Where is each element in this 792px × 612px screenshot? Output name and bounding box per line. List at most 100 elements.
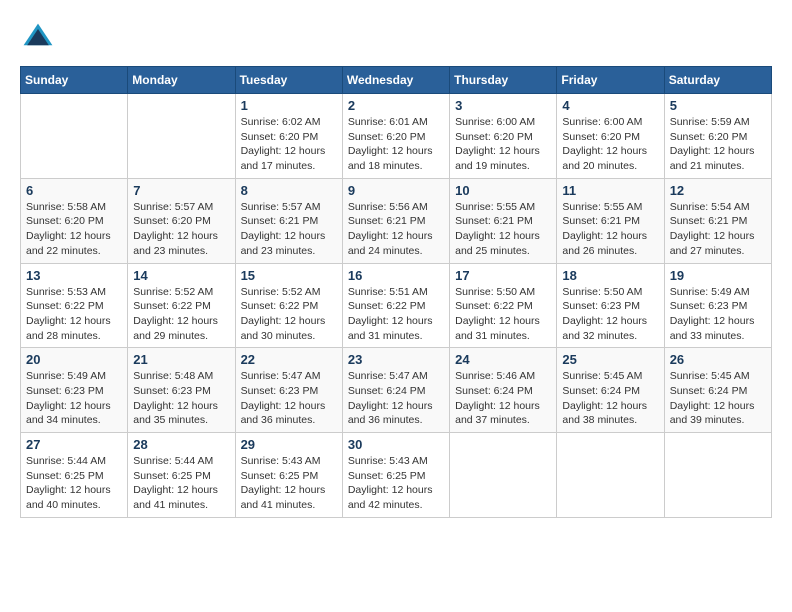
day-info: Sunrise: 5:50 AMSunset: 6:23 PMDaylight:… — [562, 285, 658, 344]
calendar-row: 20 Sunrise: 5:49 AMSunset: 6:23 PMDayligh… — [21, 348, 772, 433]
calendar-cell: 26 Sunrise: 5:45 AMSunset: 6:24 PMDayligh… — [664, 348, 771, 433]
day-info: Sunrise: 6:00 AMSunset: 6:20 PMDaylight:… — [562, 115, 658, 174]
calendar-cell — [664, 433, 771, 518]
day-info: Sunrise: 5:52 AMSunset: 6:22 PMDaylight:… — [133, 285, 229, 344]
calendar-cell — [450, 433, 557, 518]
logo — [20, 20, 62, 56]
day-number: 10 — [455, 183, 551, 198]
day-number: 5 — [670, 98, 766, 113]
calendar-cell: 12 Sunrise: 5:54 AMSunset: 6:21 PMDayligh… — [664, 178, 771, 263]
header-cell: Friday — [557, 67, 664, 94]
day-info: Sunrise: 5:54 AMSunset: 6:21 PMDaylight:… — [670, 200, 766, 259]
calendar-cell: 19Sunrise: 5:49 AMSunset: 6:23 PMDayligh… — [664, 263, 771, 348]
calendar-row: 13 Sunrise: 5:53 AMSunset: 6:22 PMDayligh… — [21, 263, 772, 348]
day-info: Sunrise: 5:53 AMSunset: 6:22 PMDaylight:… — [26, 285, 122, 344]
day-number: 23 — [348, 352, 444, 367]
day-info: Sunrise: 6:00 AMSunset: 6:20 PMDaylight:… — [455, 115, 551, 174]
calendar-cell: 1 Sunrise: 6:02 AMSunset: 6:20 PMDaylight… — [235, 94, 342, 179]
calendar-cell: 7 Sunrise: 5:57 AMSunset: 6:20 PMDaylight… — [128, 178, 235, 263]
calendar-cell: 29 Sunrise: 5:43 AMSunset: 6:25 PMDayligh… — [235, 433, 342, 518]
header-cell: Saturday — [664, 67, 771, 94]
calendar-cell: 25 Sunrise: 5:45 AMSunset: 6:24 PMDayligh… — [557, 348, 664, 433]
day-info: Sunrise: 5:46 AMSunset: 6:24 PMDaylight:… — [455, 369, 551, 428]
calendar-cell: 8 Sunrise: 5:57 AMSunset: 6:21 PMDaylight… — [235, 178, 342, 263]
day-info: Sunrise: 5:52 AMSunset: 6:22 PMDaylight:… — [241, 285, 337, 344]
day-number: 30 — [348, 437, 444, 452]
day-number: 7 — [133, 183, 229, 198]
calendar-cell: 16 Sunrise: 5:51 AMSunset: 6:22 PMDayligh… — [342, 263, 449, 348]
day-info: Sunrise: 5:56 AMSunset: 6:21 PMDaylight:… — [348, 200, 444, 259]
day-number: 29 — [241, 437, 337, 452]
calendar-cell: 5 Sunrise: 5:59 AMSunset: 6:20 PMDaylight… — [664, 94, 771, 179]
day-info: Sunrise: 5:45 AMSunset: 6:24 PMDaylight:… — [670, 369, 766, 428]
day-info: Sunrise: 5:44 AMSunset: 6:25 PMDaylight:… — [133, 454, 229, 513]
day-number: 11 — [562, 183, 658, 198]
calendar-header: SundayMondayTuesdayWednesdayThursdayFrid… — [21, 67, 772, 94]
calendar-cell: 20 Sunrise: 5:49 AMSunset: 6:23 PMDayligh… — [21, 348, 128, 433]
day-number: 3 — [455, 98, 551, 113]
calendar-cell: 13 Sunrise: 5:53 AMSunset: 6:22 PMDayligh… — [21, 263, 128, 348]
day-number: 20 — [26, 352, 122, 367]
calendar-cell: 27Sunrise: 5:44 AMSunset: 6:25 PMDayligh… — [21, 433, 128, 518]
day-info: Sunrise: 5:43 AMSunset: 6:25 PMDaylight:… — [348, 454, 444, 513]
day-number: 28 — [133, 437, 229, 452]
day-info: Sunrise: 5:55 AMSunset: 6:21 PMDaylight:… — [562, 200, 658, 259]
header-cell: Sunday — [21, 67, 128, 94]
day-info: Sunrise: 6:01 AMSunset: 6:20 PMDaylight:… — [348, 115, 444, 174]
day-number: 26 — [670, 352, 766, 367]
day-number: 9 — [348, 183, 444, 198]
calendar-cell: 11 Sunrise: 5:55 AMSunset: 6:21 PMDayligh… — [557, 178, 664, 263]
day-info: Sunrise: 5:57 AMSunset: 6:21 PMDaylight:… — [241, 200, 337, 259]
calendar-cell: 10 Sunrise: 5:55 AMSunset: 6:21 PMDayligh… — [450, 178, 557, 263]
calendar-cell: 2 Sunrise: 6:01 AMSunset: 6:20 PMDaylight… — [342, 94, 449, 179]
day-info: Sunrise: 5:51 AMSunset: 6:22 PMDaylight:… — [348, 285, 444, 344]
header-cell: Monday — [128, 67, 235, 94]
day-number: 22 — [241, 352, 337, 367]
day-info: Sunrise: 5:49 AMSunset: 6:23 PMDaylight:… — [26, 369, 122, 428]
day-number: 13 — [26, 268, 122, 283]
calendar-body: 1 Sunrise: 6:02 AMSunset: 6:20 PMDaylight… — [21, 94, 772, 518]
calendar-cell: 22Sunrise: 5:47 AMSunset: 6:23 PMDayligh… — [235, 348, 342, 433]
calendar-cell: 17 Sunrise: 5:50 AMSunset: 6:22 PMDayligh… — [450, 263, 557, 348]
calendar-table: SundayMondayTuesdayWednesdayThursdayFrid… — [20, 66, 772, 518]
day-number: 17 — [455, 268, 551, 283]
day-info: Sunrise: 6:02 AMSunset: 6:20 PMDaylight:… — [241, 115, 337, 174]
day-number: 4 — [562, 98, 658, 113]
day-info: Sunrise: 5:58 AMSunset: 6:20 PMDaylight:… — [26, 200, 122, 259]
day-info: Sunrise: 5:57 AMSunset: 6:20 PMDaylight:… — [133, 200, 229, 259]
day-number: 15 — [241, 268, 337, 283]
calendar-cell: 18 Sunrise: 5:50 AMSunset: 6:23 PMDayligh… — [557, 263, 664, 348]
day-info: Sunrise: 5:43 AMSunset: 6:25 PMDaylight:… — [241, 454, 337, 513]
day-info: Sunrise: 5:55 AMSunset: 6:21 PMDaylight:… — [455, 200, 551, 259]
calendar-cell — [128, 94, 235, 179]
day-number: 2 — [348, 98, 444, 113]
calendar-cell: 4 Sunrise: 6:00 AMSunset: 6:20 PMDaylight… — [557, 94, 664, 179]
header-cell: Wednesday — [342, 67, 449, 94]
day-number: 27 — [26, 437, 122, 452]
day-number: 18 — [562, 268, 658, 283]
day-info: Sunrise: 5:50 AMSunset: 6:22 PMDaylight:… — [455, 285, 551, 344]
calendar-cell: 14 Sunrise: 5:52 AMSunset: 6:22 PMDayligh… — [128, 263, 235, 348]
day-info: Sunrise: 5:59 AMSunset: 6:20 PMDaylight:… — [670, 115, 766, 174]
day-number: 1 — [241, 98, 337, 113]
calendar-cell: 30 Sunrise: 5:43 AMSunset: 6:25 PMDayligh… — [342, 433, 449, 518]
calendar-cell — [21, 94, 128, 179]
day-info: Sunrise: 5:45 AMSunset: 6:24 PMDaylight:… — [562, 369, 658, 428]
logo-icon — [20, 20, 56, 56]
calendar-cell: 28 Sunrise: 5:44 AMSunset: 6:25 PMDayligh… — [128, 433, 235, 518]
day-number: 25 — [562, 352, 658, 367]
page-header — [20, 20, 772, 56]
calendar-row: 1 Sunrise: 6:02 AMSunset: 6:20 PMDaylight… — [21, 94, 772, 179]
day-info: Sunrise: 5:48 AMSunset: 6:23 PMDaylight:… — [133, 369, 229, 428]
calendar-cell: 23Sunrise: 5:47 AMSunset: 6:24 PMDayligh… — [342, 348, 449, 433]
day-number: 21 — [133, 352, 229, 367]
day-number: 8 — [241, 183, 337, 198]
calendar-cell: 21 Sunrise: 5:48 AMSunset: 6:23 PMDayligh… — [128, 348, 235, 433]
header-row: SundayMondayTuesdayWednesdayThursdayFrid… — [21, 67, 772, 94]
day-number: 12 — [670, 183, 766, 198]
day-number: 14 — [133, 268, 229, 283]
calendar-cell — [557, 433, 664, 518]
day-number: 16 — [348, 268, 444, 283]
header-cell: Thursday — [450, 67, 557, 94]
calendar-cell: 3 Sunrise: 6:00 AMSunset: 6:20 PMDaylight… — [450, 94, 557, 179]
